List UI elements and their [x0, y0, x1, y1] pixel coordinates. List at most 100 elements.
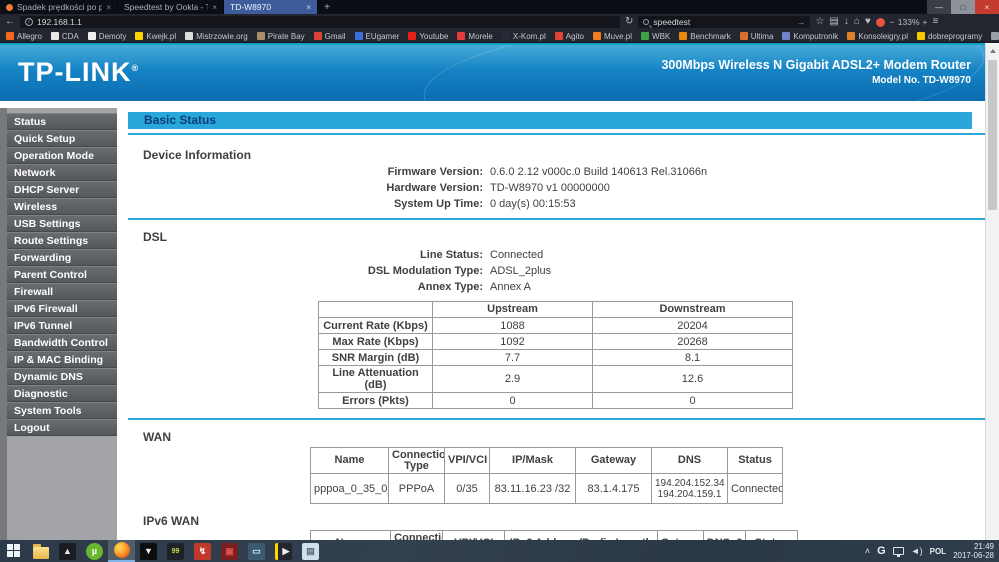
tab-close-icon[interactable]: ×: [106, 3, 111, 12]
search-go-icon[interactable]: →: [797, 17, 806, 27]
url-input[interactable]: [37, 17, 615, 27]
bookmark-item[interactable]: Benchmark: [679, 32, 730, 41]
bookmark-item[interactable]: Mistrzowie.org: [185, 32, 248, 41]
sidebar-item-ipv6-tunnel[interactable]: IPv6 Tunnel: [7, 317, 117, 334]
taskbar-utorrent[interactable]: µ: [81, 540, 108, 562]
sidebar-item-network[interactable]: Network: [7, 164, 117, 181]
scrollbar-thumb[interactable]: [988, 60, 997, 210]
sidebar-item-operation-mode[interactable]: Operation Mode: [7, 147, 117, 164]
speaker-icon[interactable]: ◄): [911, 546, 923, 556]
start-button[interactable]: [0, 540, 27, 562]
taskbar-hw-monitor[interactable]: 99: [162, 540, 189, 562]
url-bar[interactable]: i: [20, 16, 620, 28]
taskbar-media-player[interactable]: ▶: [270, 540, 297, 562]
maximize-button[interactable]: □: [951, 0, 975, 14]
table-row-label: Max Rate (Kbps): [319, 334, 433, 350]
divider: [128, 218, 985, 220]
bookmark-item[interactable]: Demoty: [88, 32, 127, 41]
sidebar-item-system-tools[interactable]: System Tools: [7, 402, 117, 419]
search-input[interactable]: [653, 17, 793, 27]
sidebar-item-logout[interactable]: Logout: [7, 419, 117, 436]
bookmark-item[interactable]: Muve.pl: [593, 32, 632, 41]
taskbar-remote-desktop[interactable]: ▭: [243, 540, 270, 562]
field-label: Firmware Version:: [128, 166, 483, 178]
wan-table: Name Connection Type VPI/VCI IP/Mask Gat…: [310, 447, 783, 504]
close-button[interactable]: ×: [975, 0, 999, 14]
sidebar-item-parent-control[interactable]: Parent Control: [7, 266, 117, 283]
bookmark-item[interactable]: Komputronik: [782, 32, 838, 41]
site-info-icon[interactable]: i: [25, 18, 33, 26]
tray-expand-icon[interactable]: ˄: [865, 546, 870, 556]
sidebar-item-quick-setup[interactable]: Quick Setup: [7, 130, 117, 147]
bookmark-item[interactable]: Morele: [457, 32, 492, 41]
browser-tab-active[interactable]: TD-W8970 ×: [224, 0, 318, 14]
taskbar-firefox[interactable]: [108, 540, 135, 562]
taskbar-red-app[interactable]: ▣: [216, 540, 243, 562]
bookmark-item[interactable]: X-Kom.pl: [502, 32, 546, 41]
scroll-up-arrow-icon[interactable]: [986, 44, 999, 58]
bookmark-item[interactable]: WBK: [641, 32, 670, 41]
sidebar-item-ipv6-firewall[interactable]: IPv6 Firewall: [7, 300, 117, 317]
bookmark-item[interactable]: Ultima: [740, 32, 774, 41]
bookmark-favicon: [641, 32, 649, 40]
field-label: Line Status:: [128, 249, 483, 261]
bookmark-item[interactable]: Allegro: [6, 32, 42, 41]
page-scrollbar[interactable]: [985, 44, 999, 540]
sidebar-item-ip-mac-binding[interactable]: IP & MAC Binding: [7, 351, 117, 368]
tab-close-icon[interactable]: ×: [212, 3, 217, 12]
bookmark-item[interactable]: EUgamer: [355, 32, 400, 41]
bookmark-item[interactable]: Pirate Bay: [257, 32, 305, 41]
remote-desktop-icon: ▭: [248, 543, 265, 560]
bookmark-item[interactable]: Gmail: [314, 32, 346, 41]
taskbar-corsair-app[interactable]: ▲: [54, 540, 81, 562]
table-cell-dns: 194.204.152.34 194.204.159.1: [652, 474, 728, 504]
bookmark-item[interactable]: Agito: [555, 32, 584, 41]
sidebar-item-route-settings[interactable]: Route Settings: [7, 232, 117, 249]
table-cell: 0: [593, 393, 793, 409]
adblock-icon[interactable]: [876, 18, 885, 27]
bookmark-item[interactable]: Kwejk.pl: [135, 32, 176, 41]
downloads-icon[interactable]: ↓: [844, 14, 849, 30]
bookmark-item[interactable]: CDA: [51, 32, 79, 41]
taskbar-foobar[interactable]: ▼: [135, 540, 162, 562]
table-row-label: Current Rate (Kbps): [319, 318, 433, 334]
reload-icon[interactable]: ↻: [625, 14, 633, 30]
sidebar-item-dynamic-dns[interactable]: Dynamic DNS: [7, 368, 117, 385]
bookmark-item[interactable]: Konsoleigry.pl: [847, 32, 908, 41]
sidebar-item-forwarding[interactable]: Forwarding: [7, 249, 117, 266]
search-bar[interactable]: →: [638, 16, 810, 28]
network-icon[interactable]: [893, 547, 904, 555]
minimize-button[interactable]: —: [927, 0, 951, 14]
bookmark-item[interactable]: dobreprogramy: [917, 32, 982, 41]
logitech-g-icon[interactable]: G: [877, 545, 886, 557]
dsl-stats-table: Upstream Downstream Current Rate (Kbps)1…: [318, 301, 793, 409]
home-icon[interactable]: ⌂: [854, 14, 860, 30]
field-label: DSL Modulation Type:: [128, 265, 483, 277]
sidebar-item-status[interactable]: Status: [7, 113, 117, 130]
language-indicator[interactable]: POL: [930, 547, 946, 556]
browser-tab-1[interactable]: Spadek prędkości po przed ×: [0, 0, 118, 14]
new-tab-button[interactable]: +: [318, 0, 336, 14]
taskbar-file-explorer[interactable]: [27, 540, 54, 562]
back-icon[interactable]: ←: [5, 14, 15, 30]
sidebar-item-wireless[interactable]: Wireless: [7, 198, 117, 215]
sidebar-item-diagnostic[interactable]: Diagnostic: [7, 385, 117, 402]
tab-close-icon[interactable]: ×: [306, 3, 311, 12]
bookmark-star-icon[interactable]: ☆: [815, 14, 824, 30]
sidebar-item-usb-settings[interactable]: USB Settings: [7, 215, 117, 232]
clipboard-icon[interactable]: ▤: [829, 14, 838, 30]
bookmark-item[interactable]: Youtube: [408, 32, 448, 41]
taskbar-clock[interactable]: 21:49 2017-06-28: [953, 542, 994, 560]
zoom-in-icon[interactable]: +: [923, 17, 928, 27]
sidebar-item-dhcp-server[interactable]: DHCP Server: [7, 181, 117, 198]
product-name: 300Mbps Wireless N Gigabit ADSL2+ Modem …: [661, 58, 971, 72]
pocket-icon[interactable]: ♥: [865, 14, 871, 30]
zoom-out-icon[interactable]: −: [890, 17, 895, 27]
bookmark-item[interactable]: MMO: [991, 32, 999, 41]
menu-icon[interactable]: ≡: [932, 14, 938, 30]
taskbar-download-manager[interactable]: ↯: [189, 540, 216, 562]
taskbar-notes-app[interactable]: ▤: [297, 540, 324, 562]
sidebar-item-bandwidth-control[interactable]: Bandwidth Control: [7, 334, 117, 351]
browser-tab-2[interactable]: Speedtest by Ookla - The G ×: [118, 0, 224, 14]
sidebar-item-firewall[interactable]: Firewall: [7, 283, 117, 300]
